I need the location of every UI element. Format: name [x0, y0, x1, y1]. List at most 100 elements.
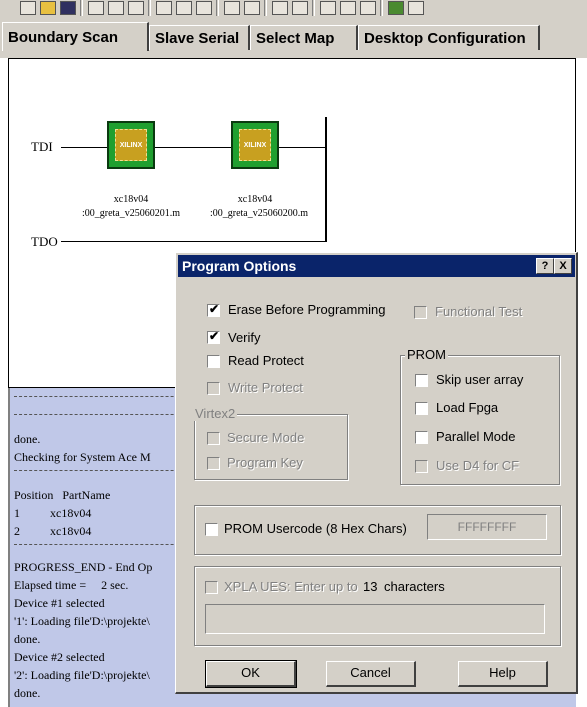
read-protect-label: Read Protect: [228, 353, 304, 368]
close-icon[interactable]: X: [554, 258, 572, 274]
tdi-label: TDI: [31, 139, 53, 154]
secure-mode-checkbox[interactable]: [207, 432, 220, 445]
use-d4-for-cf-checkbox[interactable]: [415, 460, 428, 473]
run-icon[interactable]: [388, 1, 404, 15]
program-options-dialog: Program Options ? X ✔ Erase Before Progr…: [175, 252, 578, 694]
xilinx-logo: XILINX: [115, 129, 147, 161]
toolbar-separator: [312, 0, 315, 16]
tab-desktop-configuration[interactable]: Desktop Configuration: [358, 25, 540, 50]
cancel-button[interactable]: Cancel: [326, 661, 416, 687]
log-line: 1 xc18v04: [14, 506, 92, 520]
device-file-name: :00_greta_v25060200.m: [209, 208, 309, 219]
save-icon[interactable]: [60, 1, 76, 15]
log-line: '2': Loading file'D:\projekte\: [14, 668, 150, 682]
virtex2-group: Virtex2 Secure Mode Program Key: [193, 406, 348, 480]
log-line: Device #2 selected: [14, 650, 105, 664]
help-question-icon[interactable]: ?: [536, 258, 554, 274]
toolbar-separator: [148, 0, 151, 16]
chain-wire: [277, 147, 325, 148]
dialog-title: Program Options: [182, 258, 297, 274]
write-protect-label: Write Protect: [228, 380, 303, 395]
prom-usercode-checkbox[interactable]: [205, 523, 218, 536]
erase-icon[interactable]: [272, 1, 288, 15]
load-fpga-checkbox[interactable]: [415, 402, 428, 415]
log-line: Elapsed time = 2 sec.: [14, 578, 129, 592]
paste-icon[interactable]: [128, 1, 144, 15]
log-line: '1': Loading file'D:\projekte\: [14, 614, 150, 628]
xpla-ues-field[interactable]: [205, 604, 545, 634]
xpla-ues-label: XPLA UES: Enter up to: [224, 579, 358, 594]
toolbar-separator: [380, 0, 383, 16]
verify-icon[interactable]: [244, 1, 260, 15]
use-d4-for-cf-label: Use D4 for CF: [436, 458, 520, 473]
cable-icon[interactable]: [360, 1, 376, 15]
ok-button[interactable]: OK: [205, 660, 297, 688]
xpla-ues-checkbox[interactable]: [205, 581, 218, 594]
cut-icon[interactable]: [88, 1, 104, 15]
readback-icon[interactable]: [292, 1, 308, 15]
log-line: PROGRESS_END - End Op: [14, 560, 153, 574]
tab-boundary-scan[interactable]: Boundary Scan: [2, 22, 149, 51]
tdo-wire: [61, 241, 325, 242]
prom-usercode-field[interactable]: FFFFFFFF: [427, 514, 547, 540]
new-file-icon[interactable]: [20, 1, 36, 15]
functional-test-checkbox[interactable]: [414, 306, 427, 319]
log-line: 2 xc18v04: [14, 524, 92, 538]
toolbar-separator: [264, 0, 267, 16]
log-line: Checking for System Ace M: [14, 450, 151, 464]
virtex2-group-title: Virtex2: [193, 406, 238, 421]
device-chip[interactable]: XILINX: [107, 121, 155, 169]
help-pointer-icon[interactable]: [408, 1, 424, 15]
verify-checkbox[interactable]: ✔: [207, 329, 220, 344]
prom-group: PROM Skip user array Load Fpga Parallel …: [400, 347, 560, 485]
checkmark-icon: ✔: [209, 329, 220, 343]
help-button[interactable]: Help: [458, 661, 548, 687]
debug-chain-icon[interactable]: [196, 1, 212, 15]
toolbar-separator: [216, 0, 219, 16]
device-chain-icon[interactable]: [176, 1, 192, 15]
mode-tab-bar: Boundary Scan Slave Serial Select Map De…: [0, 20, 587, 58]
erase-before-programming-label: Erase Before Programming: [228, 302, 386, 317]
device-chip[interactable]: XILINX: [231, 121, 279, 169]
connect-icon[interactable]: [320, 1, 336, 15]
device-part-name: xc18v04: [237, 194, 273, 205]
program-icon[interactable]: [224, 1, 240, 15]
checkmark-icon: ✔: [209, 302, 220, 316]
toolbar-separator: [80, 0, 83, 16]
parallel-mode-label: Parallel Mode: [436, 429, 516, 444]
copy-icon[interactable]: [108, 1, 124, 15]
tab-select-map[interactable]: Select Map: [250, 25, 358, 50]
skip-user-array-label: Skip user array: [436, 372, 524, 387]
config-icon[interactable]: [340, 1, 356, 15]
read-protect-checkbox[interactable]: [207, 355, 220, 368]
tab-slave-serial[interactable]: Slave Serial: [149, 25, 250, 50]
xpla-ues-characters-label: characters: [384, 579, 445, 594]
device-part-name: xc18v04: [113, 194, 149, 205]
toolbar: [0, 0, 587, 20]
chain-return-wire: [325, 117, 327, 242]
write-protect-checkbox[interactable]: [207, 382, 220, 395]
prom-group-title: PROM: [405, 347, 448, 362]
log-line: done.: [14, 432, 41, 446]
prom-usercode-label: PROM Usercode (8 Hex Chars): [224, 521, 407, 536]
verify-label: Verify: [228, 330, 261, 345]
tdo-label: TDO: [31, 234, 58, 249]
chain-wire: [153, 147, 231, 148]
log-line: Position PartName: [14, 488, 111, 502]
prom-usercode-group: PROM Usercode (8 Hex Chars) FFFFFFFF: [194, 505, 561, 555]
tdi-wire: [61, 147, 107, 148]
program-key-checkbox[interactable]: [207, 457, 220, 470]
device-file-name: :00_greta_v25060201.m: [81, 208, 181, 219]
xpla-ues-char-count: 13: [363, 579, 378, 594]
erase-before-programming-checkbox[interactable]: ✔: [207, 302, 220, 317]
load-fpga-label: Load Fpga: [436, 400, 499, 415]
add-device-icon[interactable]: [156, 1, 172, 15]
parallel-mode-checkbox[interactable]: [415, 431, 428, 444]
open-folder-icon[interactable]: [40, 1, 56, 15]
xpla-ues-group: XPLA UES: Enter up to 13 characters: [194, 566, 561, 646]
dialog-titlebar[interactable]: Program Options ? X: [178, 255, 575, 277]
log-line: Device #1 selected: [14, 596, 105, 610]
skip-user-array-checkbox[interactable]: [415, 374, 428, 387]
log-line: done.: [14, 632, 41, 646]
program-key-label: Program Key: [227, 455, 303, 470]
